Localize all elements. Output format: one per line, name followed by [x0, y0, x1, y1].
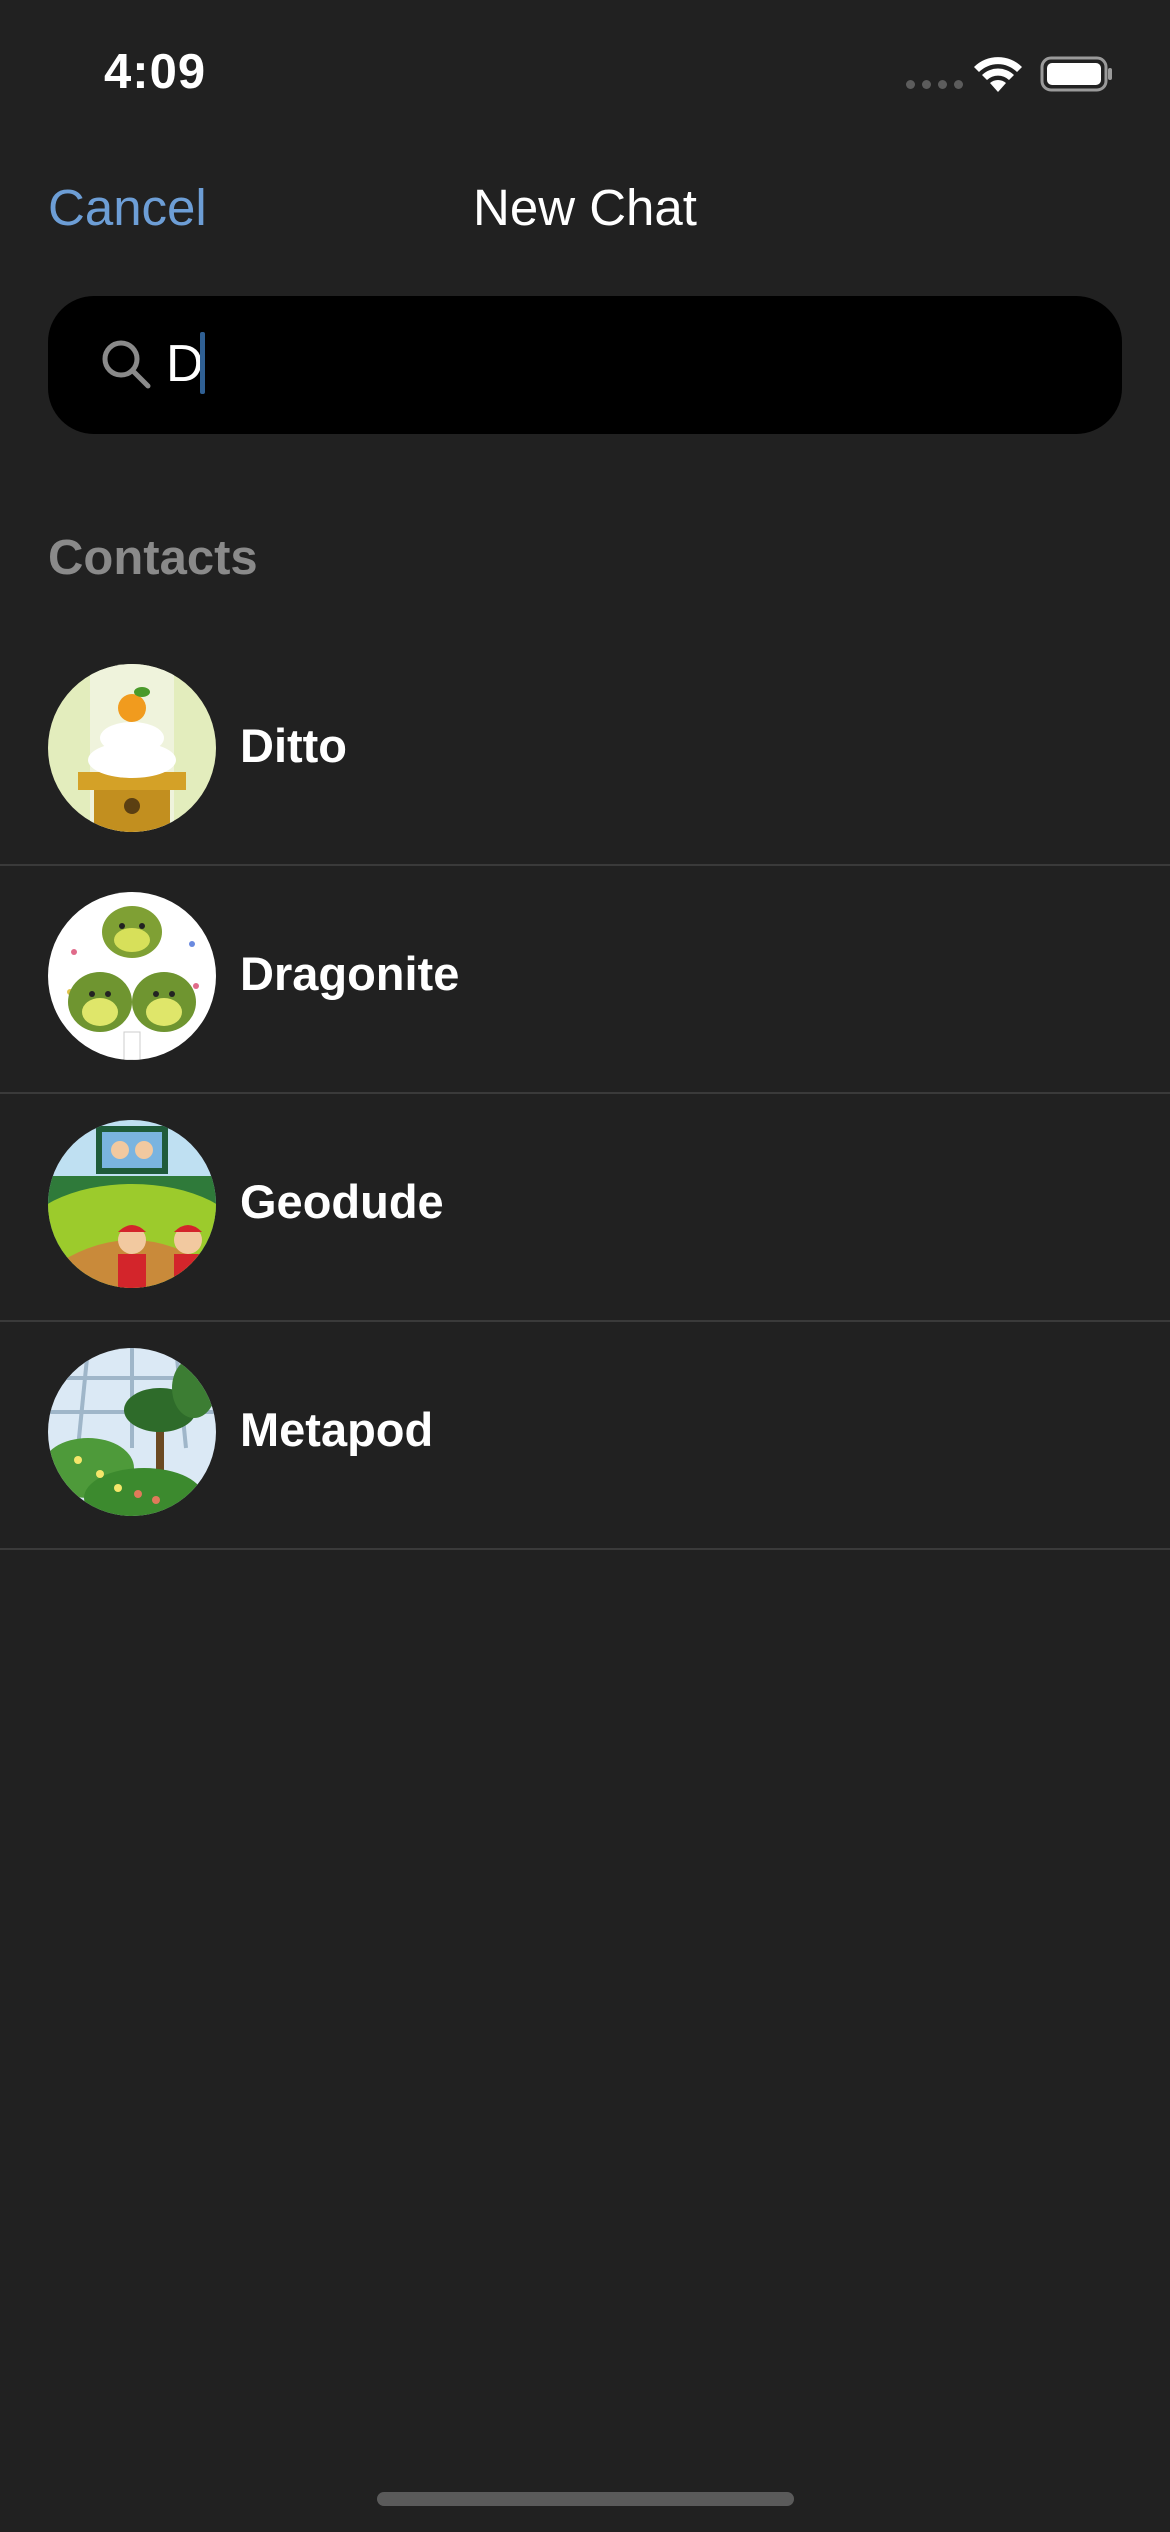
- cellular-signal-icon: [906, 80, 963, 89]
- contact-row-metapod[interactable]: Metapod: [0, 1322, 1170, 1550]
- contact-name: Geodude: [240, 1175, 444, 1228]
- kagami-mochi-avatar: [48, 664, 216, 832]
- contact-name: Metapod: [240, 1403, 434, 1456]
- greenhouse-avatar: [48, 1348, 216, 1516]
- contact-list: Ditto Dragonite Geodude Metapod: [0, 638, 1170, 1550]
- contact-name: Dragonite: [240, 947, 460, 1000]
- battery-icon: [1040, 56, 1112, 92]
- contact-row-geodude[interactable]: Geodude: [0, 1094, 1170, 1322]
- wifi-icon: [974, 57, 1022, 92]
- status-bar: 4:09: [0, 0, 1170, 150]
- dragons-avatar: [48, 892, 216, 1060]
- text-cursor: [200, 332, 205, 394]
- contact-name: Ditto: [240, 719, 348, 772]
- navigation-bar: Cancel New Chat: [0, 170, 1170, 250]
- status-time: 4:09: [104, 45, 207, 99]
- contacts-section-header: Contacts: [48, 531, 258, 585]
- search-bar[interactable]: [48, 296, 1122, 434]
- stadium-avatar: [48, 1120, 216, 1288]
- search-input[interactable]: [166, 330, 1066, 398]
- search-icon: [102, 340, 151, 389]
- contact-row-ditto[interactable]: Ditto: [0, 638, 1170, 866]
- home-indicator[interactable]: [377, 2492, 794, 2506]
- page-title: New Chat: [473, 179, 697, 236]
- contact-row-dragonite[interactable]: Dragonite: [0, 866, 1170, 1094]
